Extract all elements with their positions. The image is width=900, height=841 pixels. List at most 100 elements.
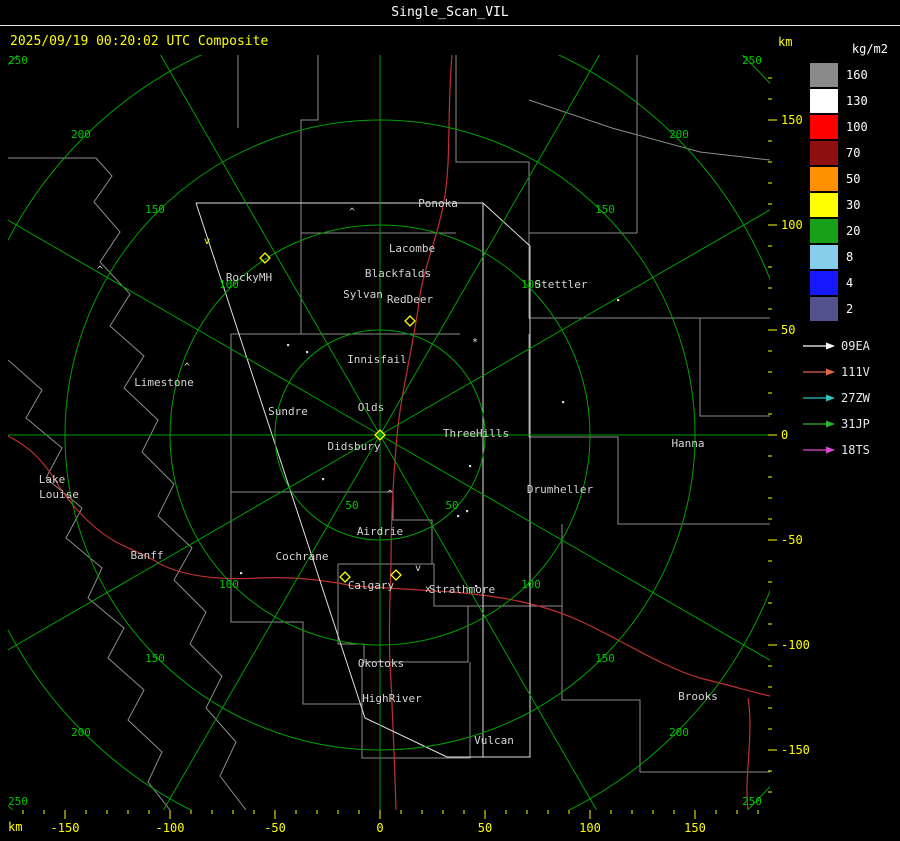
colorbar-value: 20: [846, 223, 861, 238]
radar-site-id: 111V: [841, 365, 870, 379]
axis-label: 150: [684, 821, 706, 835]
axis-label: 100: [781, 218, 803, 232]
colorbar-entry: 50: [802, 166, 898, 191]
city-label: Olds: [358, 401, 385, 414]
city-label: Lacombe: [389, 242, 435, 255]
range-ring-label: 200: [71, 726, 91, 739]
axis-label: -100: [156, 821, 185, 835]
radar-viewer-window: 50 50 100 100 100 100 150 150 150 150 200 200 200 200…: [0, 0, 900, 841]
city-label: Vulcan: [474, 734, 514, 747]
range-ring-label: 50: [345, 499, 358, 512]
city-label: Lake: [39, 473, 66, 486]
x-marker: x: [425, 584, 431, 595]
town-dot-marker: [240, 572, 243, 575]
boundary-line: [8, 359, 171, 810]
city-label: Calgary: [348, 579, 395, 592]
colorbar-value: 160: [846, 67, 868, 82]
city-label: Cochrane: [276, 550, 329, 563]
axis-label: 0: [376, 821, 383, 835]
range-ring-label: 200: [71, 128, 91, 141]
radar-coverage-outline: [195, 202, 531, 758]
city-label: Stettler: [535, 278, 588, 291]
boundary-line: [528, 99, 770, 161]
city-label: Brooks: [678, 690, 718, 703]
colorbar-entry: 130: [802, 88, 898, 113]
town-dot-marker: [322, 478, 325, 481]
radar-site-legend-item: 18TS: [802, 437, 898, 463]
colorbar-entry: 70: [802, 140, 898, 165]
colorbar-value: 8: [846, 249, 854, 264]
map-canvas[interactable]: 50 50100 100100 100150 150150 150200 200200 200…: [0, 0, 900, 841]
city-label: RockyMH: [226, 271, 272, 284]
city-label: Blackfalds: [365, 267, 431, 280]
axis-label: -150: [781, 743, 810, 757]
radial-line: [162, 434, 381, 810]
asterisk-marker: *: [472, 337, 478, 348]
radar-site-legend-item: 31JP: [802, 411, 898, 437]
site-arrow-icon: [803, 446, 835, 454]
colorbar-value: 4: [846, 275, 854, 290]
right-axis-unit-label: km: [778, 35, 793, 49]
town-dot-marker: [617, 299, 620, 302]
caret-marker: ^: [97, 265, 103, 276]
axis-label: -150: [51, 821, 80, 835]
town-dot-marker: [306, 351, 309, 354]
colorbar-value: 30: [846, 197, 861, 212]
axis-label: 0: [781, 428, 788, 442]
colorbar-swatch: [810, 62, 838, 87]
colorbar-entry: 8: [802, 244, 898, 269]
colorbar-value: 2: [846, 301, 854, 316]
colorbar: 160 130 100 70 50 30 20 8 4 2: [802, 62, 898, 321]
town-dot-marker: [287, 344, 290, 347]
range-ring-label: 150: [145, 203, 165, 216]
colorbar-entry: 160: [802, 62, 898, 87]
radar-site-legend-item: 111V: [802, 359, 898, 385]
axis-label: 100: [579, 821, 601, 835]
caret-marker: ^: [387, 489, 393, 500]
boundary-line: [361, 662, 471, 759]
caret-marker: ^: [349, 207, 355, 218]
colorbar-value: 50: [846, 171, 861, 186]
city-label: HighRiver: [362, 692, 422, 705]
town-dot-marker: [469, 465, 472, 468]
city-label: Hanna: [671, 437, 704, 450]
window-title-bar: Single_Scan_VIL: [0, 0, 900, 26]
site-arrow-icon: [803, 420, 835, 428]
city-label: Limestone: [134, 376, 194, 389]
colorbar-entry: 2: [802, 296, 898, 321]
colorbar-swatch: [810, 88, 838, 113]
radar-site-id: 09EA: [841, 339, 870, 353]
city-label: Sylvan: [343, 288, 383, 301]
boundary-line: [300, 55, 319, 233]
range-ring-label: 150: [595, 652, 615, 665]
boundary-line: [699, 318, 770, 417]
range-ring-label: 250: [8, 795, 28, 808]
v-marker: v: [415, 563, 421, 574]
caret-marker: ^: [184, 362, 190, 373]
city-label: Strathmore: [429, 583, 495, 596]
window-title: Single_Scan_VIL: [391, 5, 509, 20]
town-dot-marker: [466, 510, 469, 513]
colorbar-swatch: [810, 270, 838, 295]
boundary-line: [230, 492, 362, 705]
axis-label: -100: [781, 638, 810, 652]
axis-label: 50: [781, 323, 795, 337]
radial-line: [160, 55, 381, 436]
colorbar-value: 100: [846, 119, 868, 134]
radar-site-id: 31JP: [841, 417, 870, 431]
range-ring-label: 250: [742, 54, 762, 67]
city-label: Banff: [130, 549, 163, 562]
legend-panel: kg/m2 160 130 100 70 50 30 20 8 4 2 09EA 111V 27ZW 3…: [802, 42, 898, 463]
range-ring-label: 150: [145, 652, 165, 665]
boundary-line: [455, 55, 530, 233]
radial-grid: [8, 55, 770, 810]
radar-site-legend: 09EA 111V 27ZW 31JP 18TS: [802, 333, 898, 463]
range-ring: [8, 55, 770, 810]
range-ring-label: 200: [669, 726, 689, 739]
colorbar-entry: 4: [802, 270, 898, 295]
range-rings: [8, 55, 770, 810]
range-ring-label: 100: [219, 578, 239, 591]
radar-site-id: 18TS: [841, 443, 870, 457]
axis-label: -50: [781, 533, 803, 547]
colorbar-swatch: [810, 296, 838, 321]
